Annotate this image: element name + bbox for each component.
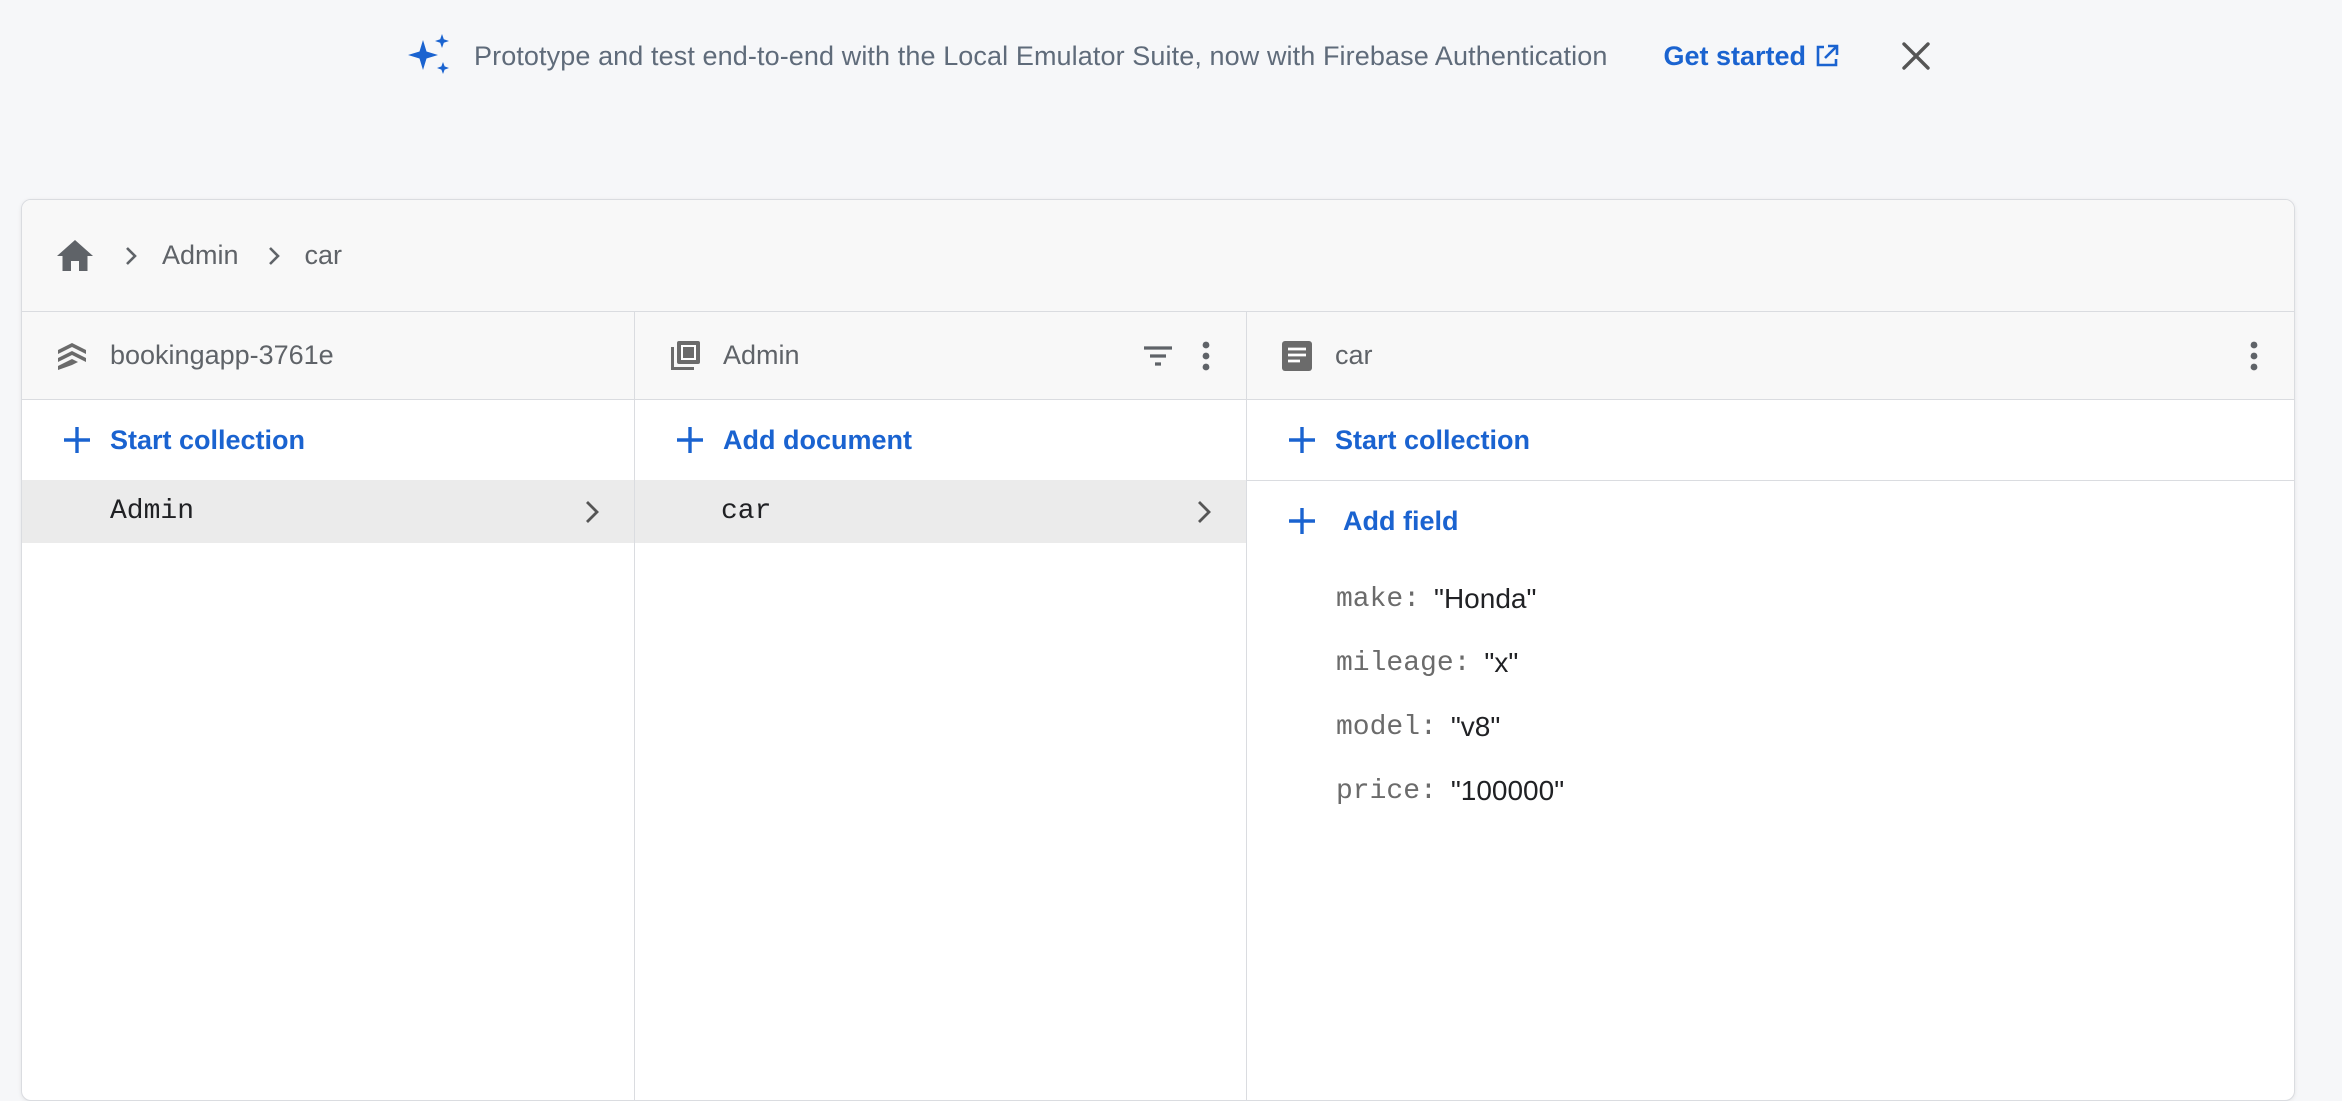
chevron-right-icon bbox=[576, 496, 608, 528]
panels: bookingapp-3761e Start collection Admin bbox=[22, 312, 2294, 1100]
start-subcollection-label: Start collection bbox=[1335, 424, 1531, 455]
field-key: mileage: bbox=[1336, 647, 1471, 679]
field-row[interactable]: mileage: "x" bbox=[1336, 631, 2294, 695]
close-banner-button[interactable] bbox=[1896, 36, 1936, 76]
filter-icon[interactable] bbox=[1138, 336, 1178, 376]
close-icon bbox=[1902, 42, 1930, 70]
sparkle-icon bbox=[406, 32, 454, 80]
field-row[interactable]: make: "Honda" bbox=[1336, 567, 2294, 631]
add-field-button[interactable]: Add field bbox=[1247, 481, 2294, 561]
plus-icon bbox=[1285, 423, 1319, 457]
breadcrumb-item-admin[interactable]: Admin bbox=[162, 240, 239, 271]
emulator-banner: Prototype and test end-to-end with the L… bbox=[0, 0, 2342, 112]
collection-panel: Admin Add document car bbox=[635, 312, 1247, 1100]
document-panel: car Start collection Add field make: "Ho… bbox=[1247, 312, 2294, 1100]
field-value: "100000" bbox=[1450, 775, 1565, 806]
breadcrumb: Admin car bbox=[22, 200, 2294, 312]
more-vert-icon[interactable] bbox=[1186, 336, 1226, 376]
collection-title: Admin bbox=[723, 340, 800, 370]
document-fields: make: "Honda" mileage: "x" model: "v8" p… bbox=[1247, 561, 2294, 823]
firestore-icon bbox=[54, 338, 90, 374]
plus-icon bbox=[1285, 504, 1319, 538]
field-value: "x" bbox=[1484, 647, 1519, 678]
root-panel: bookingapp-3761e Start collection Admin bbox=[22, 312, 635, 1100]
document-header-actions bbox=[2226, 312, 2274, 399]
plus-icon bbox=[60, 423, 94, 457]
root-panel-header: bookingapp-3761e bbox=[22, 312, 634, 400]
breadcrumb-item-car[interactable]: car bbox=[305, 240, 343, 271]
add-document-label: Add document bbox=[723, 424, 912, 455]
document-item-car[interactable]: car bbox=[635, 480, 1246, 543]
collection-item-admin[interactable]: Admin bbox=[22, 480, 634, 543]
document-title: car bbox=[1335, 340, 1373, 370]
start-collection-label: Start collection bbox=[110, 424, 306, 455]
list-item-label: car bbox=[721, 496, 772, 527]
field-row[interactable]: price: "100000" bbox=[1336, 759, 2294, 823]
collection-icon bbox=[667, 338, 703, 374]
field-value: "Honda" bbox=[1434, 583, 1537, 614]
field-row[interactable]: model: "v8" bbox=[1336, 695, 2294, 759]
collection-header-actions bbox=[1130, 312, 1226, 399]
start-subcollection-button[interactable]: Start collection bbox=[1247, 400, 2294, 481]
start-collection-button[interactable]: Start collection bbox=[22, 400, 634, 480]
add-field-label: Add field bbox=[1343, 505, 1459, 536]
document-icon bbox=[1279, 338, 1315, 374]
banner-message: Prototype and test end-to-end with the L… bbox=[474, 40, 1608, 71]
field-key: make: bbox=[1336, 583, 1421, 615]
collection-panel-header: Admin bbox=[635, 312, 1246, 400]
document-panel-header: car bbox=[1247, 312, 2294, 400]
chevron-right-icon bbox=[1188, 496, 1220, 528]
list-item-label: Admin bbox=[110, 496, 195, 527]
get-started-link[interactable]: Get started bbox=[1663, 41, 1842, 72]
field-key: model: bbox=[1336, 711, 1437, 743]
chevron-right-icon bbox=[259, 241, 289, 271]
get-started-label: Get started bbox=[1663, 40, 1806, 71]
banner-content: Prototype and test end-to-end with the L… bbox=[406, 32, 1936, 80]
home-icon[interactable] bbox=[54, 235, 96, 277]
project-title: bookingapp-3761e bbox=[110, 340, 334, 370]
data-viewer-card: Admin car bookingapp-3761e Start collect… bbox=[21, 199, 2295, 1101]
field-value: "v8" bbox=[1450, 711, 1501, 742]
plus-icon bbox=[673, 423, 707, 457]
external-link-icon bbox=[1812, 41, 1842, 71]
field-key: price: bbox=[1336, 775, 1437, 807]
more-vert-icon[interactable] bbox=[2234, 336, 2274, 376]
add-document-button[interactable]: Add document bbox=[635, 400, 1246, 480]
chevron-right-icon bbox=[116, 241, 146, 271]
